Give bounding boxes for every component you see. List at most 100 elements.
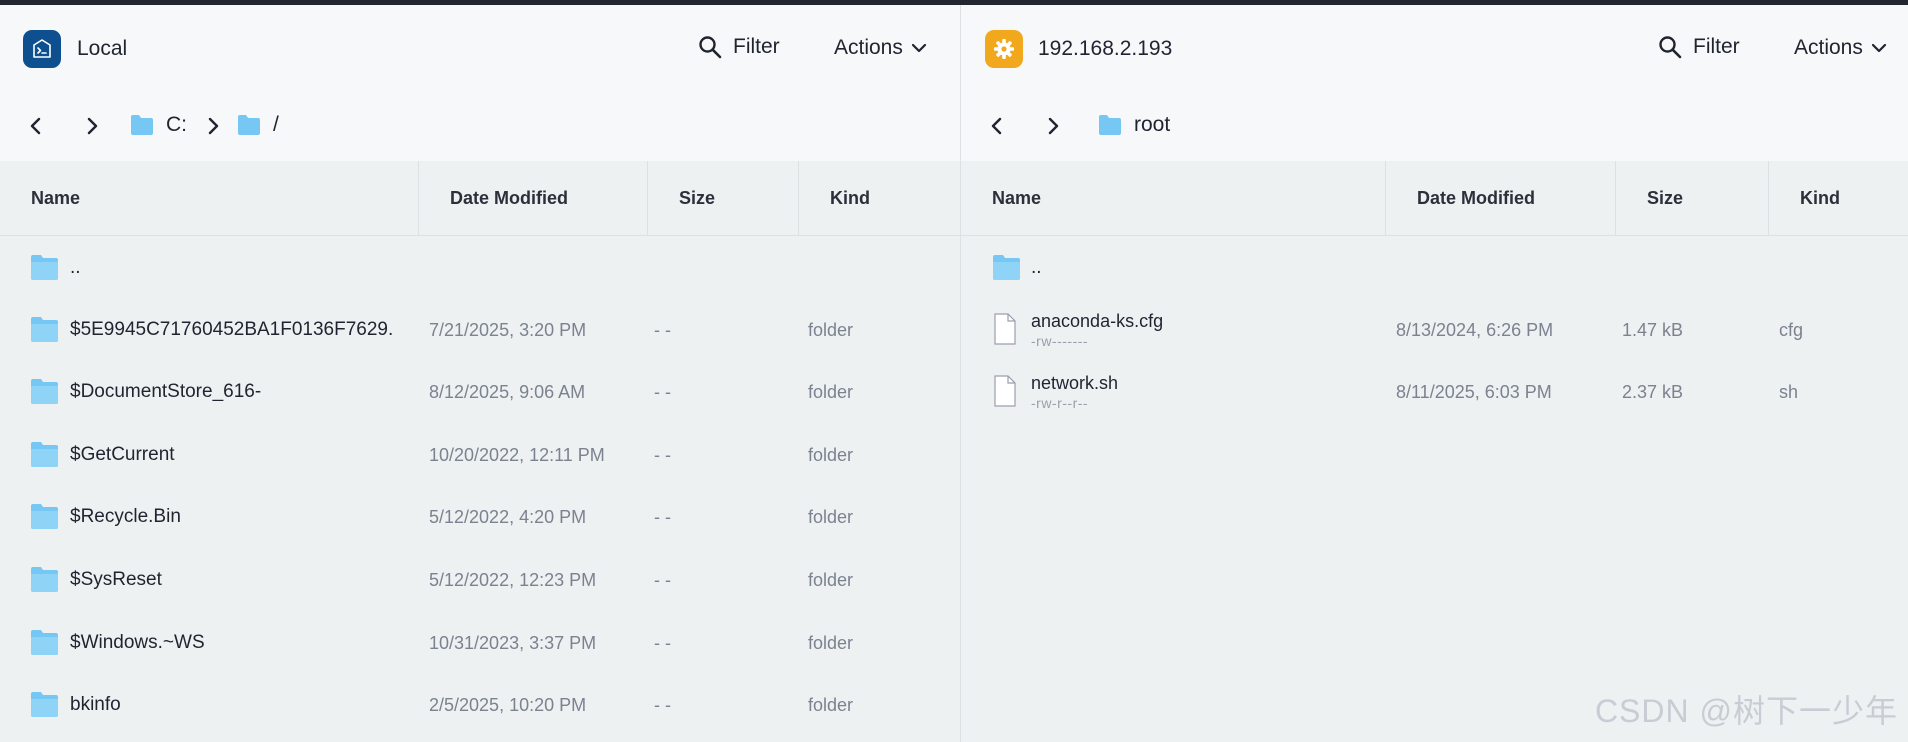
table-row[interactable]: $SysReset 5/12/2022, 12:23 PM - - folder — [0, 549, 960, 611]
breadcrumb-separator-icon — [202, 115, 224, 137]
breadcrumb-root[interactable]: / — [237, 113, 279, 137]
forward-button[interactable] — [81, 115, 103, 137]
file-name: $GetCurrent — [70, 444, 175, 465]
local-header: Local Filter Actions C: / — [0, 5, 960, 161]
back-button[interactable] — [986, 115, 1008, 137]
table-row[interactable]: bkinfo 2/5/2025, 10:20 PM - - folder — [0, 674, 960, 736]
file-permissions: -rw------- — [1031, 333, 1089, 349]
table-row[interactable]: $Windows.~WS 10/31/2023, 3:37 PM - - fol… — [0, 612, 960, 674]
table-row[interactable]: network.sh -rw-r--r-- 8/11/2025, 6:03 PM… — [961, 361, 1908, 423]
chevron-left-icon — [991, 117, 1002, 135]
column-date-modified[interactable]: Date Modified — [1385, 161, 1615, 235]
file-size: - - — [654, 569, 671, 590]
remote-header: 192.168.2.193 Filter Actions root — [961, 5, 1908, 161]
watermark: CSDN @树下一少年 — [1594, 693, 1898, 729]
file-size: - - — [654, 444, 671, 465]
file-kind: cfg — [1779, 319, 1804, 340]
file-kind: folder — [808, 506, 854, 527]
filter-button[interactable]: Filter — [1657, 34, 1740, 60]
local-pane: Local Filter Actions C: / Name Date Modi… — [0, 5, 960, 742]
back-button[interactable] — [25, 115, 47, 137]
file-name: .. — [70, 257, 81, 278]
column-name[interactable]: Name — [0, 161, 418, 235]
breadcrumb-label: C: — [166, 113, 187, 136]
forward-button[interactable] — [1042, 115, 1064, 137]
folder-icon — [238, 115, 260, 135]
breadcrumb-root[interactable]: root — [1098, 113, 1170, 137]
column-size[interactable]: Size — [647, 161, 798, 235]
file-name-stack: anaconda-ks.cfg -rw------- — [1031, 311, 1163, 349]
gear-icon — [985, 30, 1023, 68]
file-kind: folder — [808, 381, 854, 402]
filter-label: Filter — [733, 35, 780, 58]
search-icon — [699, 36, 722, 59]
column-size[interactable]: Size — [1615, 161, 1768, 235]
file-name: bkinfo — [70, 694, 121, 715]
filter-button[interactable]: Filter — [697, 34, 780, 60]
actions-label: Actions — [1794, 36, 1863, 59]
column-kind[interactable]: Kind — [1768, 161, 1908, 235]
file-name: $Recycle.Bin — [70, 506, 181, 527]
table-row[interactable]: $DocumentStore_616- 8/12/2025, 9:06 AM -… — [0, 361, 960, 423]
table-row[interactable]: $Recycle.Bin 5/12/2022, 4:20 PM - - fold… — [0, 486, 960, 548]
date-modified: 8/12/2025, 9:06 AM — [429, 381, 586, 402]
actions-label: Actions — [834, 36, 903, 59]
table-row[interactable]: $5E9945C71760452BA1F0136F7629... 7/21/20… — [0, 299, 960, 361]
file-size: - - — [654, 506, 671, 527]
file-name: network.sh — [1031, 373, 1119, 393]
file-size: - - — [654, 319, 671, 340]
column-name[interactable]: Name — [961, 161, 1385, 235]
folder-icon — [31, 379, 58, 404]
search-icon — [1659, 36, 1682, 59]
chevron-down-icon — [911, 43, 926, 53]
file-name-stack: network.sh -rw-r--r-- — [1031, 373, 1118, 411]
breadcrumb-label: / — [273, 113, 279, 136]
table-header: Name Date Modified Size Kind — [961, 161, 1908, 236]
table-row[interactable]: .. — [961, 237, 1908, 299]
breadcrumb-c-drive[interactable]: C: — [130, 113, 187, 137]
folder-icon — [31, 567, 58, 592]
host-name: Local — [77, 37, 128, 60]
column-kind[interactable]: Kind — [798, 161, 960, 235]
file-name: $Windows.~WS — [70, 632, 205, 653]
date-modified: 5/12/2022, 4:20 PM — [429, 506, 587, 527]
date-modified: 10/31/2023, 3:37 PM — [429, 632, 597, 653]
table-header: Name Date Modified Size Kind — [0, 161, 960, 236]
file-size: - - — [654, 381, 671, 402]
remote-pane: 192.168.2.193 Filter Actions root Name D… — [961, 5, 1908, 742]
file-name: $SysReset — [70, 569, 162, 590]
file-name: anaconda-ks.cfg — [1031, 311, 1164, 331]
file-size: 2.37 kB — [1622, 381, 1684, 402]
folder-icon — [131, 115, 153, 135]
folder-icon — [31, 630, 58, 655]
chevron-down-icon — [1871, 43, 1886, 53]
folder-icon — [1099, 115, 1121, 135]
folder-icon — [31, 504, 58, 529]
file-kind: folder — [808, 444, 854, 465]
date-modified: 8/13/2024, 6:26 PM — [1396, 319, 1554, 340]
file-name: $5E9945C71760452BA1F0136F7629... — [70, 319, 395, 340]
table-row[interactable]: $GetCurrent 10/20/2022, 12:11 PM - - fol… — [0, 424, 960, 486]
column-date-modified[interactable]: Date Modified — [418, 161, 647, 235]
table-row[interactable]: .. — [0, 237, 960, 299]
file-name: $DocumentStore_616- — [70, 381, 262, 402]
date-modified: 2/5/2025, 10:20 PM — [429, 694, 587, 715]
date-modified: 10/20/2022, 12:11 PM — [429, 444, 605, 465]
filter-label: Filter — [1693, 35, 1740, 58]
breadcrumb-label: root — [1134, 113, 1171, 136]
folder-icon — [993, 255, 1020, 280]
actions-button[interactable]: Actions — [1794, 36, 1887, 60]
file-icon — [994, 375, 1016, 407]
chevron-right-icon — [1048, 117, 1059, 135]
file-kind: folder — [808, 319, 854, 340]
folder-icon — [31, 255, 58, 280]
date-modified: 7/21/2025, 3:20 PM — [429, 319, 587, 340]
table-row[interactable]: anaconda-ks.cfg -rw------- 8/13/2024, 6:… — [961, 299, 1908, 361]
actions-button[interactable]: Actions — [834, 36, 927, 60]
file-kind: folder — [808, 694, 854, 715]
file-size: 1.47 kB — [1622, 319, 1684, 340]
file-kind: folder — [808, 632, 854, 653]
date-modified: 5/12/2022, 12:23 PM — [429, 569, 597, 590]
file-kind: folder — [808, 569, 854, 590]
file-size: - - — [654, 694, 671, 715]
